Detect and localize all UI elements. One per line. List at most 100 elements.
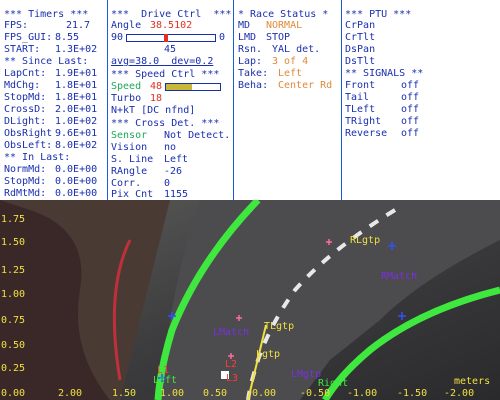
obsleft-label: ObsLeft: [4,140,53,151]
speed-bar-fill [166,84,192,90]
y-tick: 1.75 [1,214,26,225]
rdmtmd-label: RdMtMd: [4,188,47,199]
speed-bar [165,83,221,91]
take-label: Take: [238,68,269,79]
stopmd-value: 1.8E+01 [55,92,98,103]
crossd-value: 2.0E+01 [55,104,98,115]
lmgtp-label: LMgtp [291,369,322,380]
rangle-value: -26 [164,166,183,177]
x-tick: 1.00 [160,388,185,399]
lap-value: 3 of 4 [272,56,309,67]
x-tick: -1.00 [347,388,378,399]
axis-unit-label: meters [454,376,491,387]
ptu-header: *** PTU *** [345,9,412,20]
tlgtp-label: TLgtp [264,321,295,332]
speed-label: Speed [111,81,142,92]
x-tick: 0.50 [203,388,228,399]
normmd-label: NormMd: [4,164,47,175]
angle-slider-marker [163,34,168,42]
rmatch-label: RMatch [381,271,418,282]
ptu-column: *** PTU *** CrPan CrTlt DsPan DsTlt ** S… [342,0,500,200]
sline-label: S. Line [111,154,154,165]
angle-value: 38.5102 [150,20,193,31]
y-tick: 0.75 [1,315,26,326]
sensor-label: Sensor [111,130,148,141]
md-label: MD [238,20,251,31]
lap-label: Lap: [238,56,263,67]
pixcnt-label: Pix Cnt [111,189,154,200]
tleft-signal-label: TLeft [345,104,376,115]
crtlt-label: CrTlt [345,32,376,43]
dlight-label: DLight: [4,116,47,127]
y-tick: 0.00 [1,388,26,399]
tail-signal-value: off [401,92,420,103]
tright-signal-value: off [401,116,420,127]
l2-label: L2 [225,359,238,370]
x-tick: -1.50 [397,388,428,399]
obsright-value: 9.6E+01 [55,128,98,139]
race-status-header: * Race Status * [238,9,329,20]
turbo-label: Turbo [111,93,142,104]
stopmd-last-value: 0.0E+00 [55,176,98,187]
take-value: Left [278,68,303,79]
fps-label: FPS: [4,20,29,31]
drive-ctrl-header: *** Drive Ctrl *** [111,9,232,20]
since-last-header: ** Since Last: [4,56,89,67]
obsleft-value: 8.0E+02 [55,140,98,151]
start-value: 1.3E+02 [55,44,98,55]
lapcnt-value: 1.9E+01 [55,68,98,79]
race-status-column: * Race Status * MD NORMAL LMD STOP Rsn. … [234,0,340,200]
vision-value: no [164,142,177,153]
x-tick: 1.50 [112,388,137,399]
speed-value: 48 [150,81,163,92]
corr-label: Corr. [111,178,142,189]
sline-value: Left [164,154,189,165]
obsright-label: ObsRight [4,128,53,139]
speed-ctrl-header: *** Speed Ctrl *** [111,69,220,80]
y-tick: 1.25 [1,265,26,276]
signals-header: ** SIGNALS ** [345,68,424,79]
mdchg-label: MdChg: [4,80,41,91]
beha-value: Center Rd [278,80,333,91]
rlgtp-label: RLgtp [350,235,381,246]
timers-header: *** Timers *** [4,9,89,20]
tright-signal-label: TRight [345,116,382,127]
y-tick: 0.50 [1,340,26,351]
dspan-label: DsPan [345,44,376,55]
rdmtmd-value: 0.0E+00 [55,188,98,199]
lmd-label: LMD [238,32,257,43]
left-lane-label: Left [153,375,178,386]
camera-image [0,200,500,400]
x-tick: 0.00 [252,388,277,399]
mdchg-value: 1.8E+01 [55,80,98,91]
y-tick: 1.00 [1,289,26,300]
start-label: START: [4,44,41,55]
vision-label: Vision [111,142,148,153]
telemetry-app: *** Timers *** FPS: 21.7 FPS_GUI: 8.55 S… [0,0,500,400]
y-tick: 0.25 [1,363,26,374]
md-value: NORMAL [266,20,303,31]
camera-view: RLgtp RMatch TLgtp LMatch Lgtp LMgtp L1 … [0,200,500,400]
angle-slider [126,34,216,42]
crossd-label: CrossD: [4,104,47,115]
lmatch-label: LMatch [213,327,250,338]
normmd-value: 0.0E+00 [55,164,98,175]
reverse-signal-value: off [401,128,420,139]
y-tick: 1.50 [1,237,26,248]
fps-gui-label: FPS_GUI: [4,32,53,43]
cross-det-header: *** Cross Det. *** [111,118,220,129]
dstlt-label: DsTlt [345,56,376,67]
angle-min-label: 90 [111,32,124,43]
timers-column: *** Timers *** FPS: 21.7 FPS_GUI: 8.55 S… [0,0,106,200]
lgtp-label: Lgtp [256,349,281,360]
angle-max-label: 0 [219,32,226,43]
fps-gui-value: 8.55 [55,32,80,43]
rsn-label: Rsn. [238,44,263,55]
drive-mode-text: N+kT [DC nfnd] [111,105,196,116]
beha-label: Beha: [238,80,269,91]
angle-avg-text: avg=38.0 dev=0.2 [111,56,214,67]
crpan-label: CrPan [345,20,376,31]
dlight-value: 1.0E+02 [55,116,98,127]
front-signal-value: off [401,80,420,91]
pixcnt-value: 1155 [164,189,189,200]
